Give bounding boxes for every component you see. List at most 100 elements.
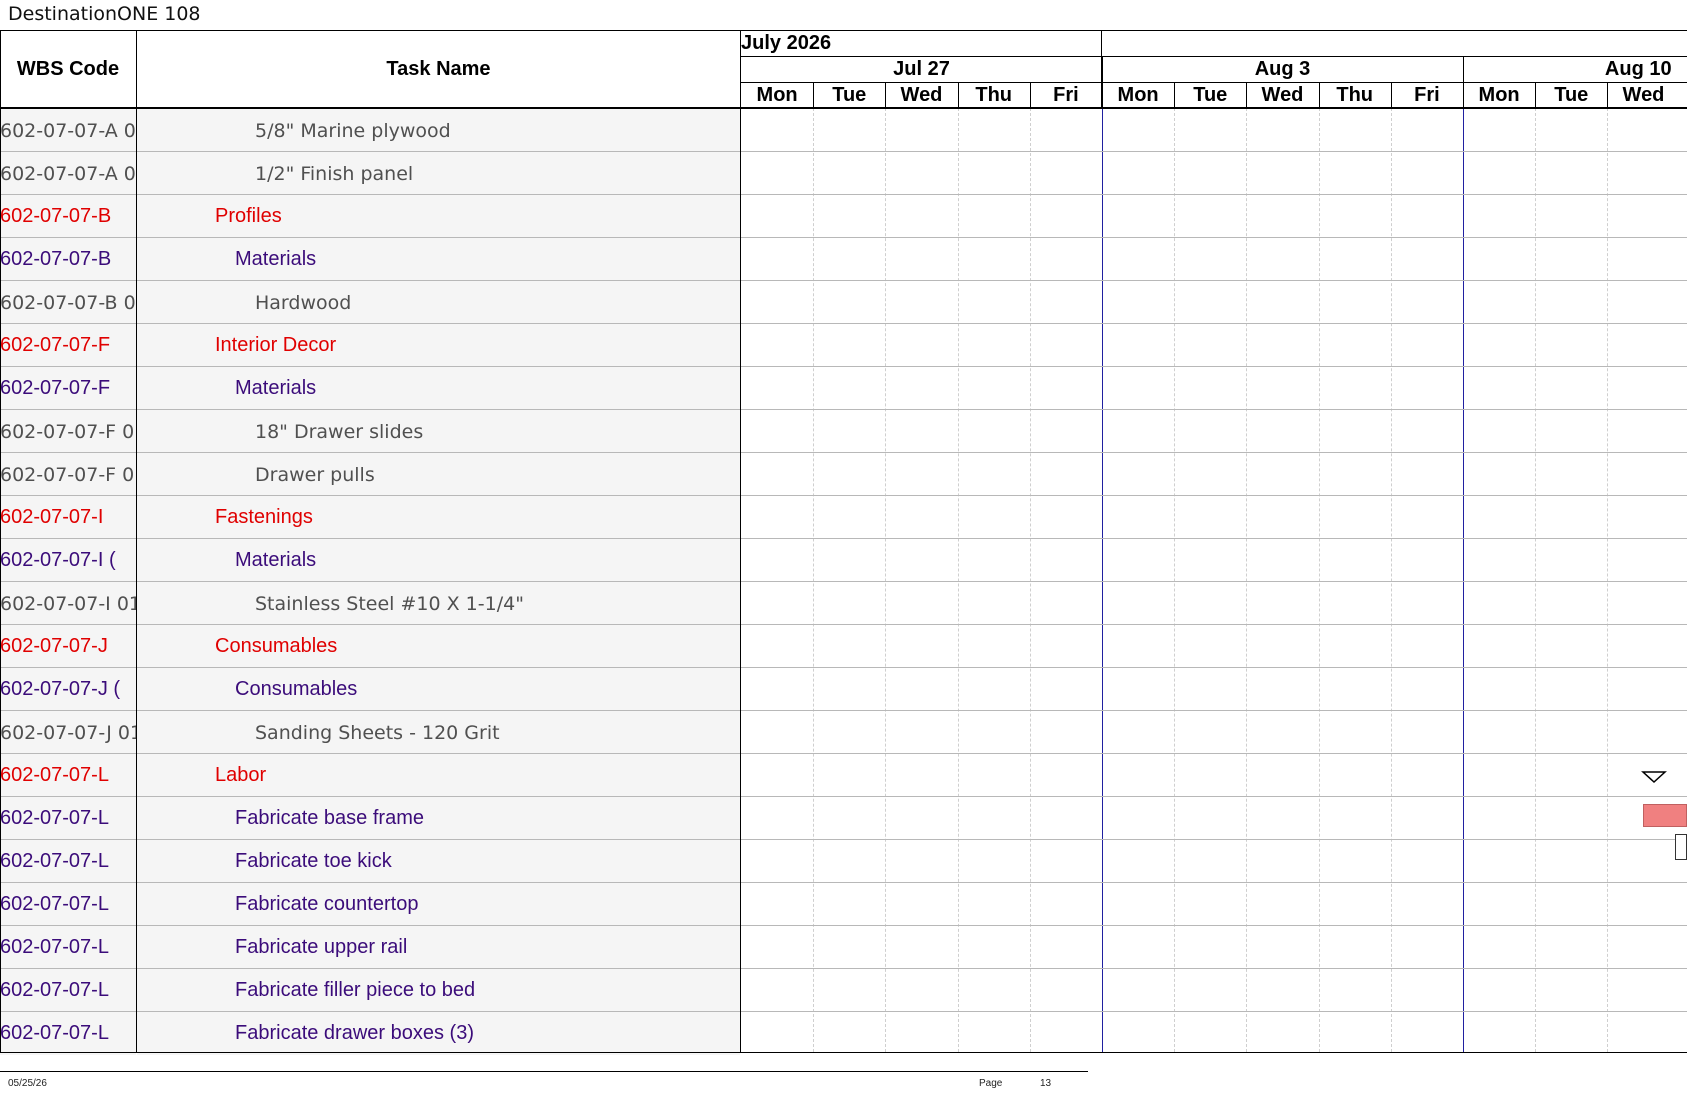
day-gridline: [1607, 108, 1609, 1052]
wbs-task-divider: [136, 30, 137, 1053]
task-column-header[interactable]: Task Name: [137, 30, 740, 108]
subtask-name[interactable]: Materials: [137, 539, 740, 582]
wbs-code-cell[interactable]: 602-07-07-L: [0, 1012, 136, 1055]
day-header: Fri: [1414, 83, 1440, 106]
wbs-code-cell[interactable]: 602-07-07-L: [0, 797, 136, 840]
item-name[interactable]: Hardwood: [137, 281, 740, 324]
day-header: Mon: [1478, 83, 1520, 106]
day-header-divider: [1102, 82, 1103, 108]
row-divider: [0, 753, 1687, 754]
subtask-name[interactable]: Fabricate filler piece to bed: [137, 969, 740, 1012]
wbs-code-cell[interactable]: 602-07-07-B: [0, 195, 136, 238]
subtask-name[interactable]: Fabricate base frame: [137, 797, 740, 840]
subtask-name[interactable]: Fabricate toe kick: [137, 840, 740, 883]
day-header-divider: [1607, 82, 1609, 108]
subtask-name[interactable]: Fabricate countertop: [137, 883, 740, 926]
left-border: [0, 30, 1, 1053]
row-divider: [0, 1011, 1687, 1012]
summary-task-name[interactable]: Consumables: [137, 625, 740, 668]
day-header: Tue: [1554, 83, 1589, 106]
wbs-code-cell[interactable]: 602-07-07-F 0: [0, 410, 136, 453]
item-name[interactable]: Drawer pulls: [137, 453, 740, 496]
footer-date: 05/25/26: [8, 1078, 47, 1089]
gantt-sheet: WBS Code Task Name July 2026 Jul 27 Aug 3…: [0, 30, 1687, 1055]
row-divider: [0, 667, 1687, 668]
summary-task-name[interactable]: Interior Decor: [137, 324, 740, 367]
subtask-name[interactable]: Fabricate drawer boxes (3): [137, 1012, 740, 1055]
wbs-column-header[interactable]: WBS Code: [0, 30, 136, 108]
wbs-code-cell[interactable]: 602-07-07-J: [0, 625, 136, 668]
day-header-divider: [1246, 82, 1248, 108]
subtask-name[interactable]: Fabricate upper rail: [137, 926, 740, 969]
summary-task-name[interactable]: Fastenings: [137, 496, 740, 539]
day-header: Mon: [1117, 83, 1159, 106]
header-bottom-border: [0, 107, 1687, 109]
day-gridline: [1029, 108, 1031, 1052]
wbs-code-cell[interactable]: 602-07-07-L: [0, 969, 136, 1012]
row-divider: [0, 409, 1687, 410]
week-day-divider: [741, 82, 1687, 83]
day-header-divider: [1535, 82, 1537, 108]
wbs-code-cell[interactable]: 602-07-07-A 0: [0, 152, 136, 195]
wbs-code-cell[interactable]: 602-07-07-L: [0, 754, 136, 797]
task-bar-outline[interactable]: [1675, 834, 1687, 860]
wbs-code-cell[interactable]: 602-07-07-B: [0, 238, 136, 281]
item-name[interactable]: Stainless Steel #10 X 1-1/4": [137, 582, 740, 625]
row-divider: [0, 366, 1687, 367]
bottom-border: [0, 1052, 1687, 1053]
week-gridline: [1102, 108, 1103, 1052]
wbs-code-cell[interactable]: 602-07-07-F 0: [0, 453, 136, 496]
month-header: July 2026: [741, 31, 832, 54]
day-header: Thu: [975, 83, 1013, 106]
day-header: Tue: [1193, 83, 1228, 106]
day-gridline: [885, 108, 887, 1052]
item-name[interactable]: 1/2" Finish panel: [137, 152, 740, 195]
month-week-divider: [741, 56, 1687, 57]
row-divider: [0, 323, 1687, 324]
day-header-divider: [885, 82, 887, 108]
item-name[interactable]: 18" Drawer slides: [137, 410, 740, 453]
subtask-name[interactable]: Consumables: [137, 668, 740, 711]
wbs-code-cell[interactable]: 602-07-07-F: [0, 367, 136, 410]
week-header: Aug 3: [1254, 57, 1311, 80]
row-divider: [0, 237, 1687, 238]
item-name[interactable]: Sanding Sheets - 120 Grit: [137, 711, 740, 754]
item-name[interactable]: 5/8" Marine plywood: [137, 109, 740, 152]
top-border: [0, 30, 1687, 31]
task-bar[interactable]: [1643, 804, 1687, 827]
day-header-divider: [1390, 82, 1392, 108]
wbs-code-cell[interactable]: 602-07-07-J 01: [0, 711, 136, 754]
day-gridline: [1174, 108, 1176, 1052]
document-title: DestinationONE 108: [8, 3, 201, 25]
summary-task-name[interactable]: Labor: [137, 754, 740, 797]
wbs-code-cell[interactable]: 602-07-07-I 01: [0, 582, 136, 625]
wbs-code-cell[interactable]: 602-07-07-L: [0, 840, 136, 883]
wbs-code-cell[interactable]: 602-07-07-J (: [0, 668, 136, 711]
row-divider: [0, 194, 1687, 195]
day-header-divider: [1318, 82, 1320, 108]
footer-page-number: 13: [1040, 1078, 1052, 1089]
day-header-divider: [1029, 82, 1031, 108]
wbs-code-cell[interactable]: 602-07-07-L: [0, 883, 136, 926]
summary-task-name[interactable]: Profiles: [137, 195, 740, 238]
wbs-code-cell[interactable]: 602-07-07-L: [0, 926, 136, 969]
wbs-code-cell[interactable]: 602-07-07-I: [0, 496, 136, 539]
wbs-code-cell[interactable]: 602-07-07-B 0: [0, 281, 136, 324]
day-header-divider: [1463, 82, 1464, 108]
wbs-code-cell[interactable]: 602-07-07-I (: [0, 539, 136, 582]
day-header: Thu: [1336, 83, 1374, 106]
subtask-name[interactable]: Materials: [137, 238, 740, 281]
wbs-code-cell[interactable]: 602-07-07-A 0: [0, 109, 136, 152]
day-header-divider: [1174, 82, 1176, 108]
day-gridline: [957, 108, 959, 1052]
day-header: Fri: [1053, 83, 1079, 106]
day-header: Mon: [756, 83, 798, 106]
day-header: Wed: [900, 83, 943, 106]
summary-collapse-icon[interactable]: [1640, 768, 1670, 786]
subtask-name[interactable]: Materials: [137, 367, 740, 410]
day-gridline: [1318, 108, 1320, 1052]
month-block-divider: [1101, 30, 1102, 108]
row-divider: [0, 968, 1687, 969]
row-divider: [0, 538, 1687, 539]
wbs-code-cell[interactable]: 602-07-07-F: [0, 324, 136, 367]
